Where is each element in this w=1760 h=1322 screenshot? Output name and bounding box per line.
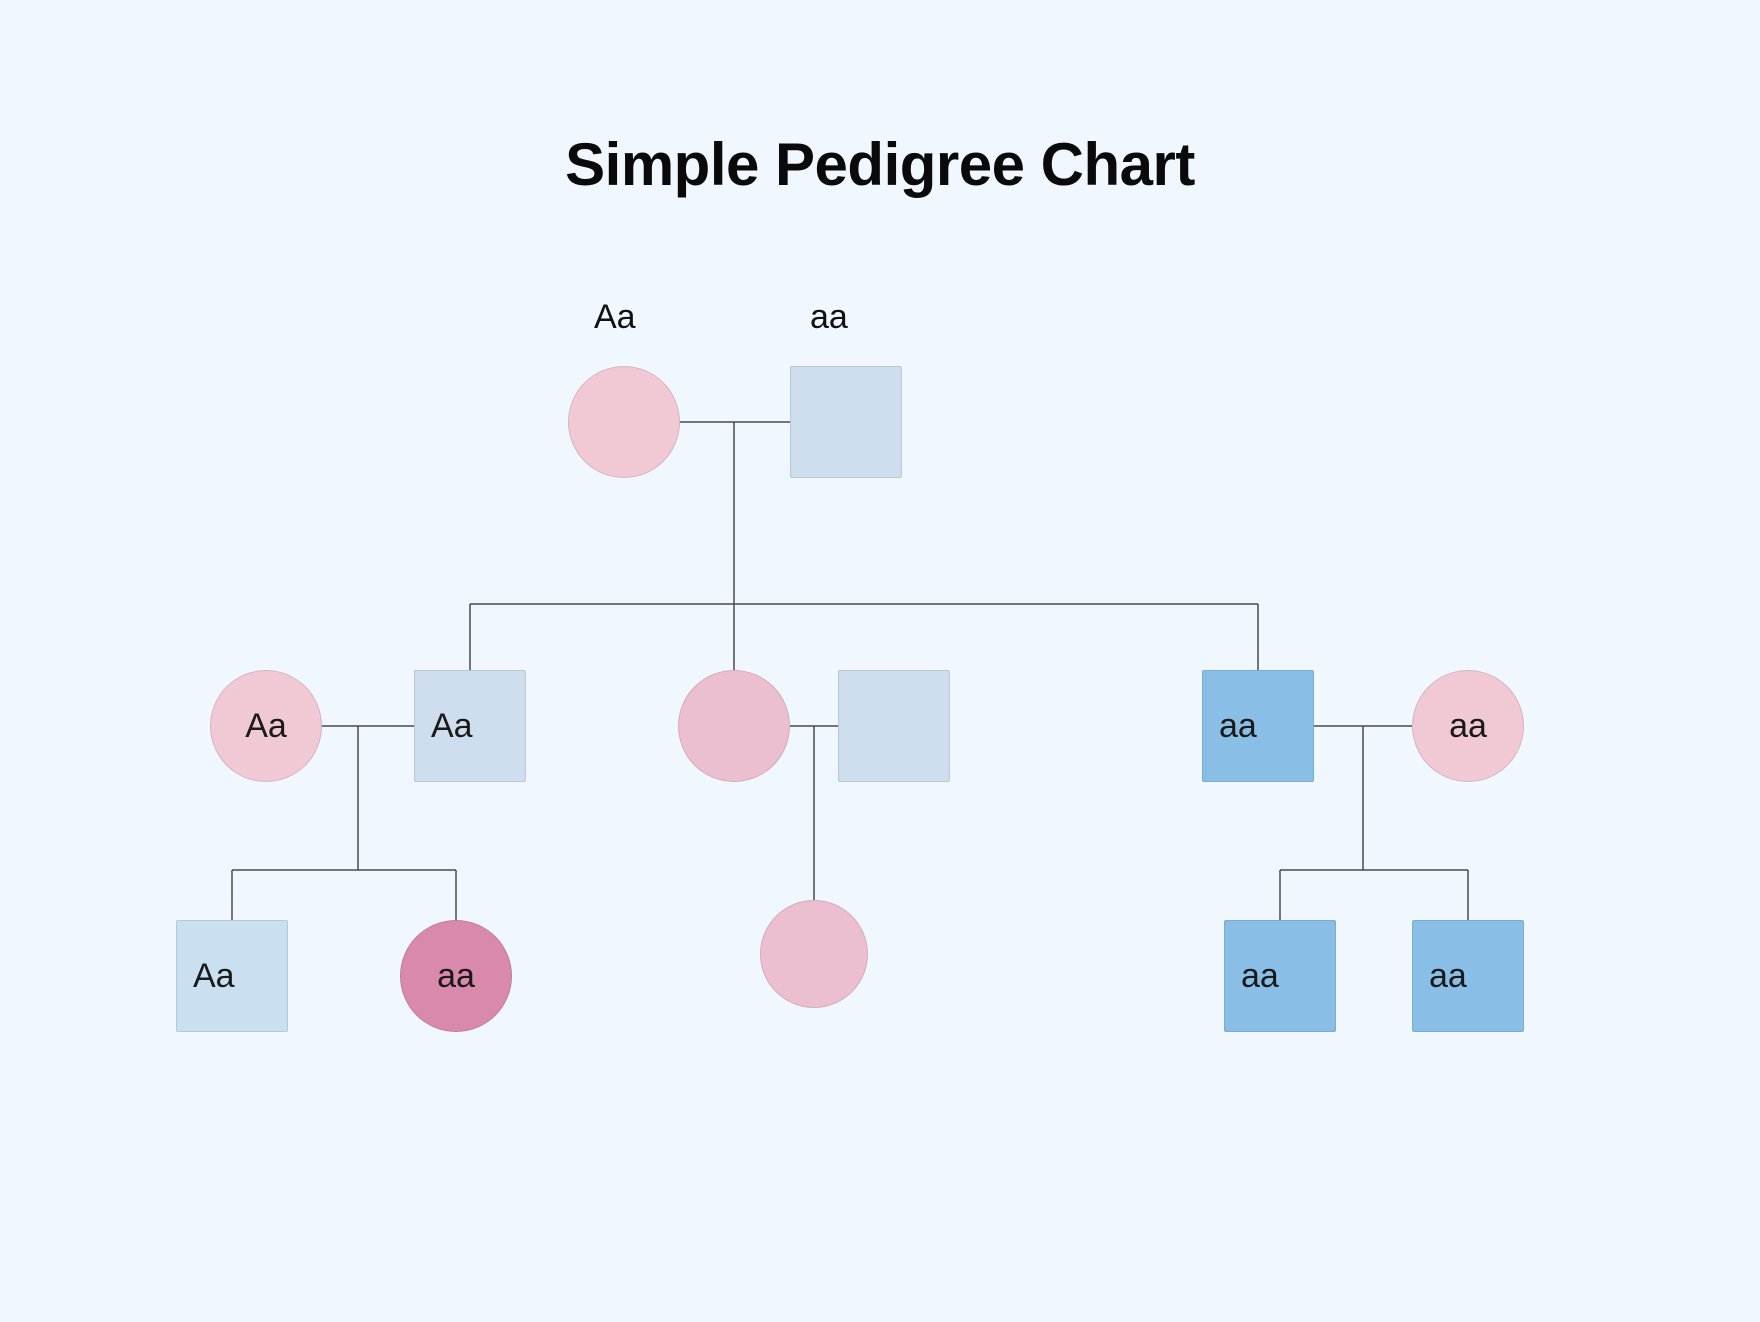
- genotype-text: Aa: [245, 707, 287, 746]
- gen3-male-1: Aa: [176, 920, 288, 1032]
- gen2-male-marriedin-mid: [838, 670, 950, 782]
- gen2-female-marriedin-left: Aa: [210, 670, 322, 782]
- gen2-female-child-2: [678, 670, 790, 782]
- pedigree-diagram: Aa aa Aa Aa aa aa Aa aa aa aa: [0, 0, 1760, 1322]
- genotype-text: aa: [1449, 707, 1487, 746]
- gen3-female-2: [760, 900, 868, 1008]
- genotype-label: Aa: [594, 298, 636, 337]
- genotype-text: aa: [1241, 957, 1279, 996]
- genotype-text: aa: [437, 957, 475, 996]
- gen1-male: [790, 366, 902, 478]
- gen1-female: [568, 366, 680, 478]
- genotype-label: aa: [810, 298, 848, 337]
- connector-lines: [0, 0, 1760, 1322]
- gen3-male-4: aa: [1412, 920, 1524, 1032]
- gen2-male-child-3: aa: [1202, 670, 1314, 782]
- genotype-text: aa: [1219, 707, 1257, 746]
- genotype-text: Aa: [431, 707, 473, 746]
- gen3-female-1: aa: [400, 920, 512, 1032]
- gen3-male-3: aa: [1224, 920, 1336, 1032]
- genotype-text: aa: [1429, 957, 1467, 996]
- gen2-male-child-1: Aa: [414, 670, 526, 782]
- genotype-text: Aa: [193, 957, 235, 996]
- gen2-female-marriedin-right: aa: [1412, 670, 1524, 782]
